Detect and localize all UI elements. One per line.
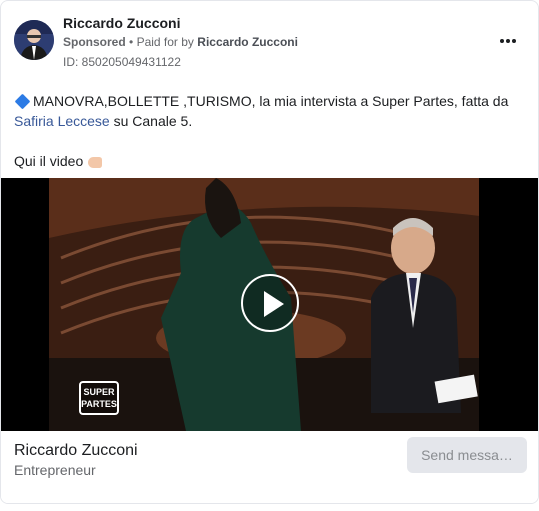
body-line-2-rest: su Canale 5. xyxy=(109,113,193,129)
paid-for-name[interactable]: Riccardo Zucconi xyxy=(197,35,298,49)
body-line-2: Safiria Leccese su Canale 5. xyxy=(14,111,529,131)
play-icon[interactable] xyxy=(241,274,299,332)
footer-subtitle: Entrepreneur xyxy=(14,462,96,478)
ad-header: Riccardo Zucconi Sponsored • Paid for by… xyxy=(1,1,538,77)
sponsor-line: Sponsored • Paid for by Riccardo Zucconi xyxy=(63,35,298,49)
footer-title[interactable]: Riccardo Zucconi xyxy=(14,442,138,460)
advertiser-name[interactable]: Riccardo Zucconi xyxy=(63,15,180,31)
sponsored-label: Sponsored xyxy=(63,35,126,49)
paid-for-prefix: Paid for by xyxy=(136,35,194,49)
super-partes-logo: SUPER PARTES xyxy=(79,381,119,415)
body-line-1-text: MANOVRA,BOLLETTE ,TURISMO, la mia interv… xyxy=(33,93,509,109)
meta-separator: • xyxy=(129,35,134,49)
ad-body-text: MANOVRA,BOLLETTE ,TURISMO, la mia interv… xyxy=(14,91,529,171)
ad-footer: Riccardo Zucconi Entrepreneur Send messa… xyxy=(1,431,538,503)
ad-id: ID: 850205049431122 xyxy=(63,55,181,69)
pointing-down-hand-icon xyxy=(88,156,103,168)
logo-line-2: PARTES xyxy=(81,399,117,409)
more-options-icon[interactable] xyxy=(494,29,522,53)
body-line-1: MANOVRA,BOLLETTE ,TURISMO, la mia interv… xyxy=(14,91,529,111)
ad-card: Riccardo Zucconi Sponsored • Paid for by… xyxy=(0,0,539,504)
body-line-3-text: Qui il video xyxy=(14,153,84,169)
body-line-3: Qui il video xyxy=(14,151,529,171)
logo-line-1: SUPER xyxy=(83,387,115,397)
blue-diamond-icon xyxy=(14,94,31,110)
avatar[interactable] xyxy=(14,20,54,60)
send-message-button[interactable]: Send messa… xyxy=(407,437,527,473)
mention-link[interactable]: Safiria Leccese xyxy=(14,113,110,129)
